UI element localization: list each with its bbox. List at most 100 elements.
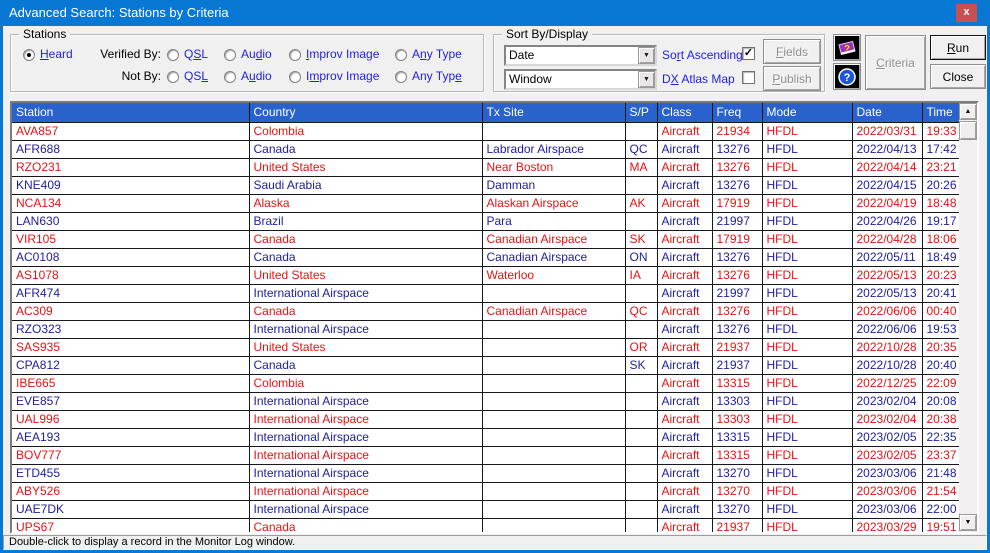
column-header-station[interactable]: Station [12,103,249,122]
heard-radio-label[interactable]: Heard [40,47,73,61]
table-row[interactable]: KNE409Saudi ArabiaDammanAircraft13276HFD… [12,176,959,194]
cell-time: 19:51 [922,518,959,532]
cell-time: 17:42 [922,140,959,158]
table-row[interactable]: UPS67CanadaAircraft21937HFDL2023/03/2919… [12,518,959,532]
cell-tx-site [482,356,625,374]
table-row[interactable]: UAL996International AirspaceAircraft1330… [12,410,959,428]
help-button[interactable]: ? [833,63,861,90]
column-header-tx-site[interactable]: Tx Site [482,103,625,122]
display-dropdown[interactable]: Window ▼ [504,69,657,90]
heard-radio[interactable] [23,49,35,61]
cell-freq: 13303 [712,410,762,428]
column-header-sp[interactable]: S/P [625,103,657,122]
table-row[interactable]: EVE857International AirspaceAircraft1330… [12,392,959,410]
column-header-time[interactable]: Time [922,103,959,122]
verified-audio-radio[interactable] [224,49,236,61]
scroll-thumb[interactable] [959,121,977,140]
cell-tx-site: Alaskan Airspace [482,194,625,212]
cell-time: 19:33 [922,122,959,140]
sort-ascending-label[interactable]: Sort Ascending [662,48,743,62]
run-button[interactable]: Run [930,35,986,60]
verified-any-type-label[interactable]: Any Type [412,47,462,61]
column-header-date[interactable]: Date [852,103,922,122]
table-row[interactable]: CPA812CanadaSKAircraft21937HFDL2022/10/2… [12,356,959,374]
close-button[interactable]: Close [930,64,986,89]
table-row[interactable]: BOV777International AirspaceAircraft1331… [12,446,959,464]
verified-improv-image-label[interactable]: Improv Image [306,47,379,61]
dx-atlas-map-checkbox[interactable] [742,71,755,84]
criteria-button[interactable]: Criteria [865,35,926,90]
cell-freq: 21934 [712,122,762,140]
cell-mode: HFDL [762,500,852,518]
table-row[interactable]: NCA134AlaskaAlaskan AirspaceAKAircraft17… [12,194,959,212]
cell-sp [625,212,657,230]
not-qsl-label[interactable]: QSL [184,69,208,83]
dx-atlas-map-label[interactable]: DX Atlas Map [662,72,735,86]
cell-date: 2023/03/29 [852,518,922,532]
vertical-scrollbar[interactable]: ▲ ▼ [959,103,977,532]
close-icon[interactable]: x [956,4,977,22]
verified-improv-image-radio[interactable] [289,49,301,61]
help-book-button[interactable]: ? [833,34,861,61]
cell-tx-site [482,338,625,356]
verified-audio-label[interactable]: Audio [241,47,272,61]
cell-mode: HFDL [762,320,852,338]
not-any-type-label[interactable]: Any Type [412,69,462,83]
cell-date: 2023/02/04 [852,392,922,410]
not-audio-radio[interactable] [224,71,236,83]
not-qsl-radio[interactable] [167,71,179,83]
cell-time: 18:48 [922,194,959,212]
publish-button[interactable]: Publish [763,66,821,91]
column-header-mode[interactable]: Mode [762,103,852,122]
cell-sp [625,392,657,410]
not-audio-label[interactable]: Audio [241,69,272,83]
verified-qsl-radio[interactable] [167,49,179,61]
cell-sp: OR [625,338,657,356]
table-row[interactable]: AC309CanadaCanadian AirspaceQCAircraft13… [12,302,959,320]
table-row[interactable]: AC0108CanadaCanadian AirspaceONAircraft1… [12,248,959,266]
dropdown-arrow-icon[interactable]: ▼ [638,71,655,88]
cell-freq: 13276 [712,176,762,194]
cell-date: 2022/04/13 [852,140,922,158]
table-row[interactable]: AFR474International AirspaceAircraft2199… [12,284,959,302]
column-header-country[interactable]: Country [249,103,482,122]
table-row[interactable]: AFR688CanadaLabrador AirspaceQCAircraft1… [12,140,959,158]
table-row[interactable]: ETD455International AirspaceAircraft1327… [12,464,959,482]
scroll-down-icon[interactable]: ▼ [959,514,977,531]
sort-ascending-checkbox[interactable]: ✓ [742,47,755,60]
table-row[interactable]: RZO231United StatesNear BostonMAAircraft… [12,158,959,176]
column-header-class[interactable]: Class [657,103,712,122]
dropdown-arrow-icon[interactable]: ▼ [638,47,655,64]
cell-tx-site [482,320,625,338]
table-row[interactable]: VIR105CanadaCanadian AirspaceSKAircraft1… [12,230,959,248]
verified-any-type-radio[interactable] [395,49,407,61]
verified-by-label: Verified By: [81,47,161,61]
scroll-up-icon[interactable]: ▲ [959,103,977,120]
grid-rows-area: StationCountryTx SiteS/PClassFreqModeDat… [12,103,959,532]
cell-station: IBE665 [12,374,249,392]
cell-class: Aircraft [657,194,712,212]
column-header-freq[interactable]: Freq [712,103,762,122]
table-row[interactable]: LAN630BrazilParaAircraft21997HFDL2022/04… [12,212,959,230]
not-improv-image-radio[interactable] [289,71,301,83]
not-any-type-radio[interactable] [395,71,407,83]
table-row[interactable]: AEA193International AirspaceAircraft1331… [12,428,959,446]
table-row[interactable]: AS1078United StatesWaterlooIAAircraft132… [12,266,959,284]
not-improv-image-label[interactable]: Improv Image [306,69,379,83]
cell-country: International Airspace [249,410,482,428]
table-row[interactable]: SAS935United StatesORAircraft21937HFDL20… [12,338,959,356]
table-row[interactable]: AVA857ColombiaAircraft21934HFDL2022/03/3… [12,122,959,140]
status-text: Double-click to display a record in the … [9,536,295,548]
cell-country: United States [249,338,482,356]
sort-by-dropdown[interactable]: Date ▼ [504,45,657,66]
title-bar[interactable]: Advanced Search: Stations by Criteria x [0,0,990,26]
table-row[interactable]: ABY526International AirspaceAircraft1327… [12,482,959,500]
fields-button[interactable]: Fields [763,39,821,64]
table-row[interactable]: IBE665ColombiaAircraft13315HFDL2022/12/2… [12,374,959,392]
cell-station: LAN630 [12,212,249,230]
cell-station: CPA812 [12,356,249,374]
table-row[interactable]: RZO323International AirspaceAircraft1327… [12,320,959,338]
table-row[interactable]: UAE7DKInternational AirspaceAircraft1327… [12,500,959,518]
cell-date: 2023/03/06 [852,482,922,500]
verified-qsl-label[interactable]: QSL [184,47,208,61]
